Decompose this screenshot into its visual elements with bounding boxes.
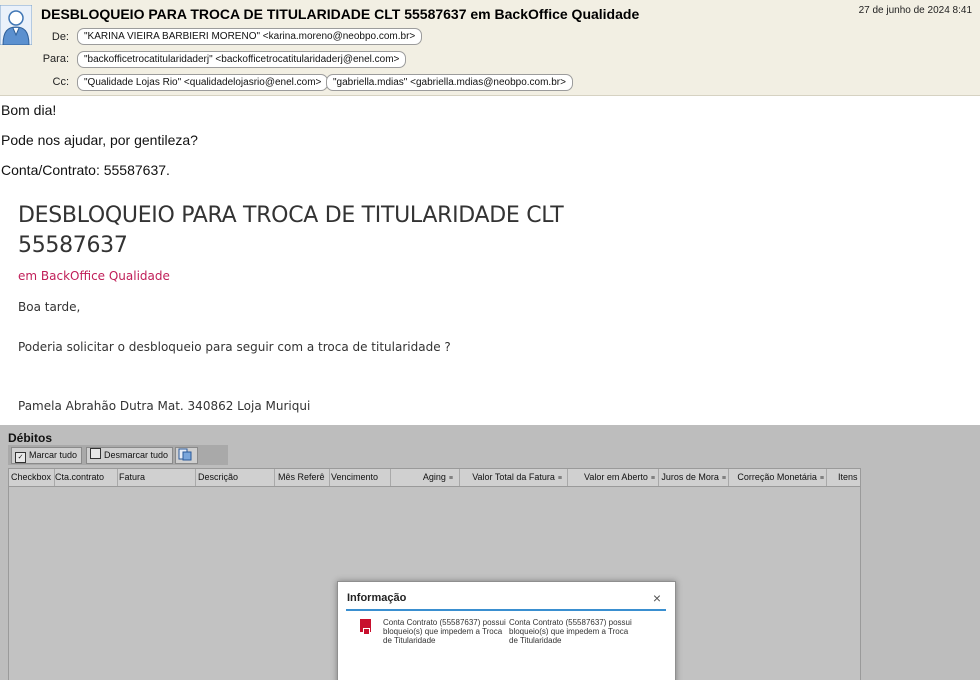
cc-address-1[interactable]: "Qualidade Lojas Rio" <qualidadelojasrio… xyxy=(77,74,329,91)
to-address[interactable]: "backofficetrocatitularidaderj" <backoff… xyxy=(77,51,407,68)
forwarded-title: DESBLOQUEIO PARA TROCA DE TITULARIDADE C… xyxy=(18,203,564,258)
export-icon xyxy=(178,448,192,461)
col-itens[interactable]: Itens xyxy=(829,469,868,486)
from-address[interactable]: "KARINA VIEIRA BARBIERI MORENO" <karina.… xyxy=(77,28,423,45)
contact-avatar-icon xyxy=(0,5,32,45)
forwarded-message: Poderia solicitar o desbloqueio para seg… xyxy=(18,340,451,354)
forwarded-message-card: DESBLOQUEIO PARA TROCA DE TITULARIDADE C… xyxy=(2,193,580,425)
sort-icon: ≡ xyxy=(650,475,655,482)
body-contract: Conta/Contrato: 55587637. xyxy=(1,162,170,178)
grid-header: Checkbox Cta.contrato Fatura Descrição M… xyxy=(9,469,860,487)
col-fatura[interactable]: Fatura xyxy=(118,469,196,486)
col-aging[interactable]: Aging ≡ xyxy=(391,469,460,486)
col-cta-contrato[interactable]: Cta.contrato xyxy=(54,469,118,486)
body-greeting: Bom dia! xyxy=(1,102,57,118)
dialog-message: Conta Contrato (55587637) possui bloquei… xyxy=(383,618,506,645)
sort-icon: ≡ xyxy=(448,475,453,482)
close-icon[interactable]: × xyxy=(653,590,661,606)
mark-all-label: Marcar tudo xyxy=(29,450,78,460)
mark-all-button[interactable]: ✓ Marcar tudo xyxy=(11,447,83,464)
email-date: 27 de junho de 2024 8:41 xyxy=(858,5,972,16)
sort-icon: ≡ xyxy=(819,475,824,482)
forwarded-signature: Pamela Abrahão Dutra Mat. 340862 Loja Mu… xyxy=(18,399,311,413)
error-icon xyxy=(360,619,371,635)
email-subject: DESBLOQUEIO PARA TROCA DE TITULARIDADE C… xyxy=(41,6,640,22)
col-correcao-monetaria[interactable]: Correção Monetária ≡ xyxy=(731,469,827,486)
dialog-title: Informação xyxy=(347,592,407,604)
col-juros-mora[interactable]: Juros de Mora ≡ xyxy=(660,469,729,486)
col-mes-referencia[interactable]: Mês Referê xyxy=(277,469,330,486)
body-request: Pode nos ajudar, por gentileza? xyxy=(1,132,198,148)
embedded-screenshot: Débitos ✓ Marcar tudo Desmarcar tudo Chec… xyxy=(0,425,980,680)
forwarded-greeting: Boa tarde, xyxy=(18,300,81,314)
to-label: Para: xyxy=(42,53,69,65)
col-valor-total-label: Valor Total da Fatura xyxy=(472,472,555,482)
col-vencimento[interactable]: Vencimento xyxy=(330,469,391,486)
debitos-section-title: Débitos xyxy=(8,431,53,445)
dialog-divider xyxy=(346,609,666,611)
col-valor-total[interactable]: Valor Total da Fatura ≡ xyxy=(461,469,568,486)
email-header: DESBLOQUEIO PARA TROCA DE TITULARIDADE C… xyxy=(0,0,980,96)
checklist-icon: ✓ xyxy=(15,452,26,463)
forwarded-subtitle[interactable]: em BackOffice Qualidade xyxy=(18,269,170,283)
col-juros-mora-label: Juros de Mora xyxy=(661,472,719,482)
information-dialog: Informação × Conta Contrato (55587637) p… xyxy=(337,581,676,680)
debitos-toolbar: ✓ Marcar tudo Desmarcar tudo xyxy=(8,445,228,465)
col-aging-label: Aging xyxy=(422,472,446,482)
col-checkbox[interactable]: Checkbox xyxy=(9,469,55,486)
col-valor-aberto-label: Valor em Aberto xyxy=(584,472,648,482)
col-descricao[interactable]: Descrição xyxy=(197,469,275,486)
col-correcao-label: Correção Monetária xyxy=(737,472,817,482)
unmark-all-label: Desmarcar tudo xyxy=(104,450,169,460)
unmark-all-button[interactable]: Desmarcar tudo xyxy=(86,447,174,464)
col-valor-aberto[interactable]: Valor em Aberto ≡ xyxy=(569,469,659,486)
sort-icon: ≡ xyxy=(557,475,562,482)
sort-icon: ≡ xyxy=(721,475,726,482)
from-label: De: xyxy=(51,31,69,43)
uncheck-icon xyxy=(90,448,101,459)
dialog-message-duplicate: Conta Contrato (55587637) possui bloquei… xyxy=(509,618,632,645)
export-button[interactable] xyxy=(175,447,198,464)
cc-label: Cc: xyxy=(52,76,70,88)
cc-address-2[interactable]: "gabriella.mdias" <gabriella.mdias@neobp… xyxy=(326,74,573,91)
